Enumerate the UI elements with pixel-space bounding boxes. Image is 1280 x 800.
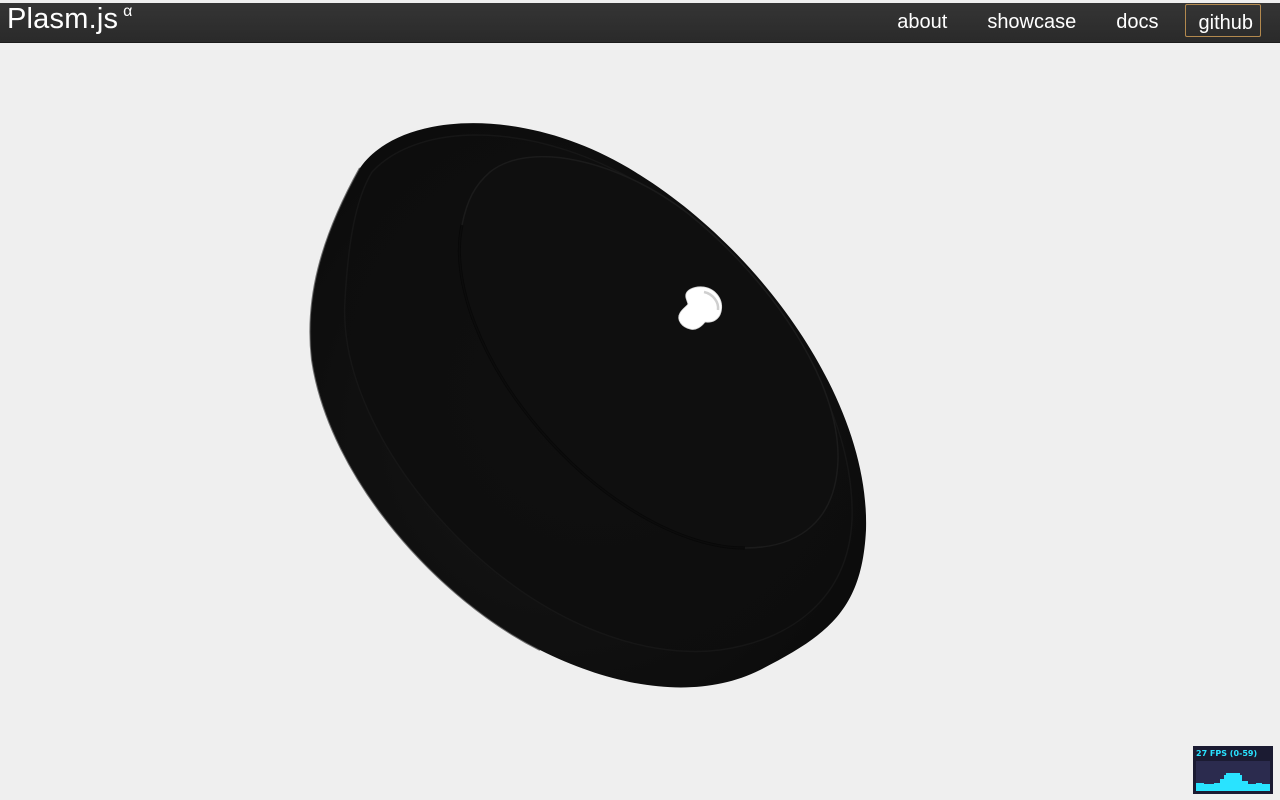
fps-readout: 27 FPS (0-59): [1196, 749, 1258, 758]
disk-model: [309, 123, 867, 688]
3d-viewport-canvas[interactable]: [0, 43, 1280, 800]
3d-model-render: [309, 123, 867, 688]
page: Plasm.js α about showcase docs github 27…: [0, 0, 1280, 800]
fps-stats-panel[interactable]: 27 FPS (0-59): [1193, 746, 1273, 794]
fps-history-graph: [1196, 761, 1270, 791]
